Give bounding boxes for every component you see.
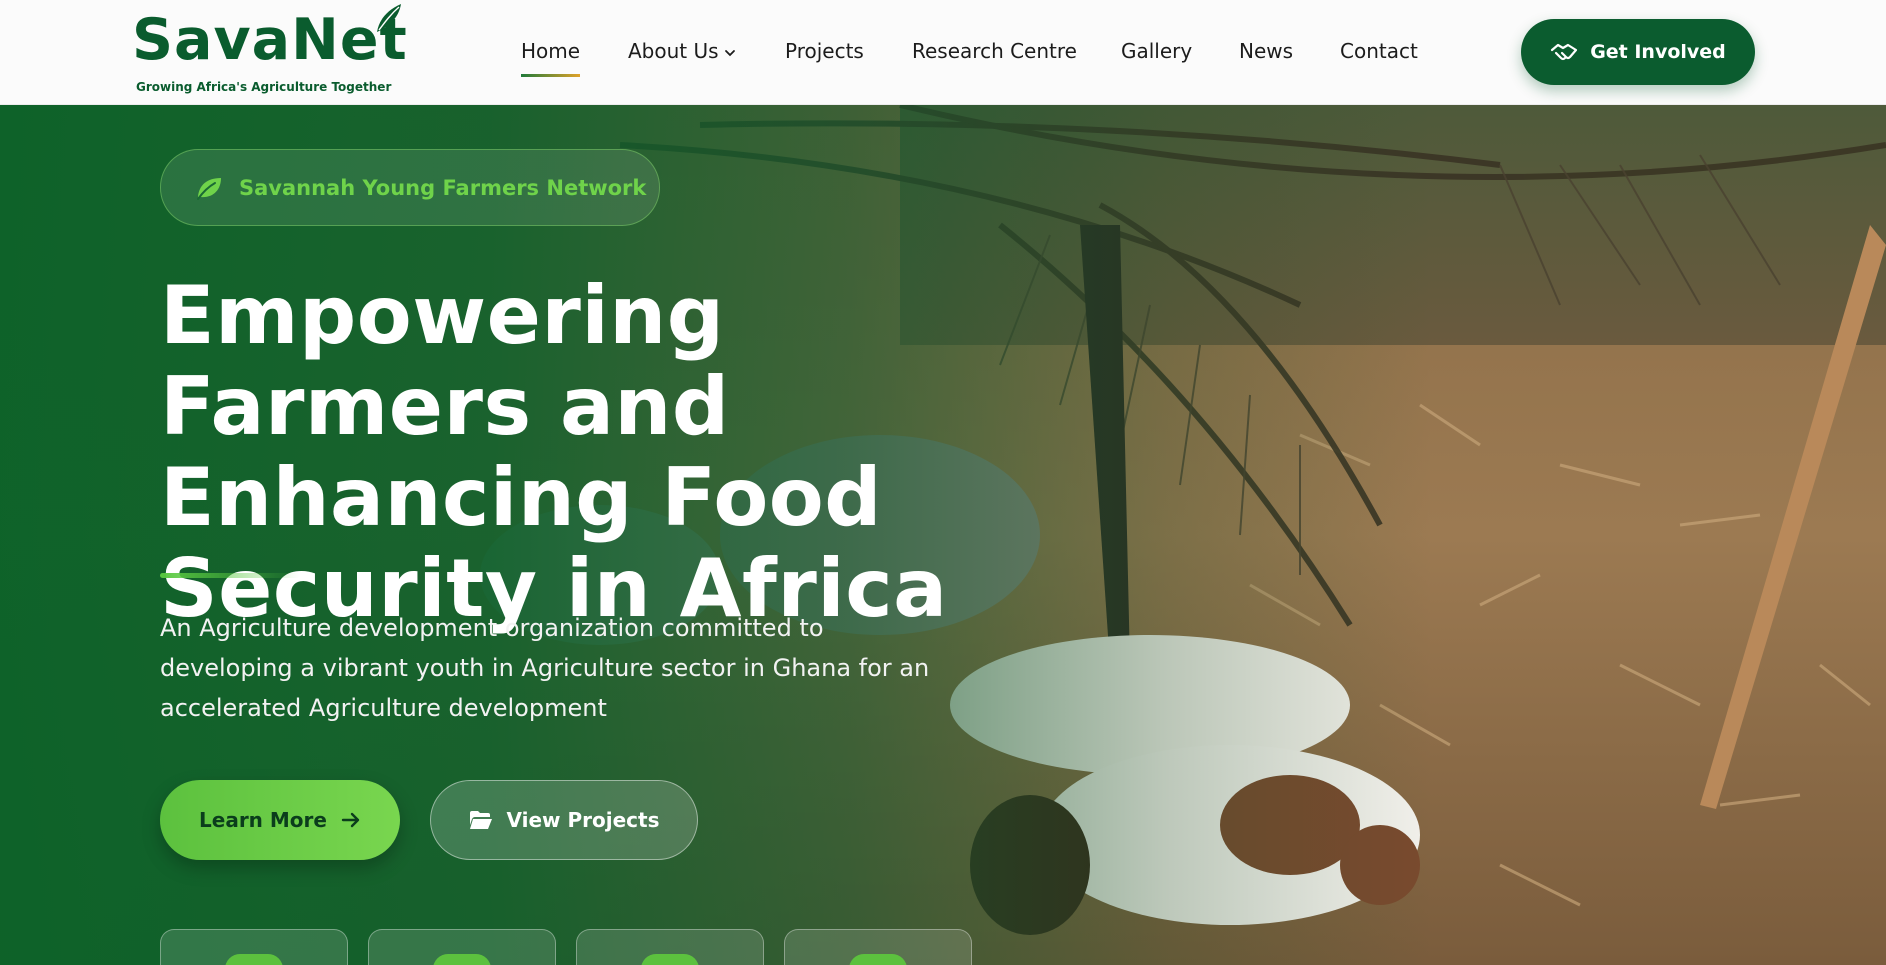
nav-projects[interactable]: Projects	[785, 37, 864, 65]
stat-icon-badge	[849, 954, 907, 965]
arrow-right-icon	[341, 812, 360, 828]
logo[interactable]: SavaNet Growing Africa's Agriculture Tog…	[132, 4, 408, 98]
nav-gallery[interactable]: Gallery	[1121, 37, 1192, 65]
handshake-icon	[1551, 43, 1578, 61]
nav-news[interactable]: News	[1239, 37, 1293, 65]
get-involved-button[interactable]: Get Involved	[1521, 19, 1755, 85]
view-projects-label: View Projects	[506, 808, 660, 832]
learn-more-button[interactable]: Learn More	[160, 780, 400, 860]
stat-card	[368, 929, 556, 965]
view-projects-button[interactable]: View Projects	[430, 780, 698, 860]
site-header: SavaNet Growing Africa's Agriculture Tog…	[0, 0, 1886, 105]
sprout-icon	[377, 4, 401, 32]
stat-icon-badge	[433, 954, 491, 965]
logo-wordmark: SavaNet	[132, 7, 408, 73]
stat-icon-badge	[641, 954, 699, 965]
stat-card	[576, 929, 764, 965]
nav-home[interactable]: Home	[521, 37, 581, 77]
stat-card	[784, 929, 972, 965]
hero-badge: Savannah Young Farmers Network	[160, 149, 660, 226]
title-accent-line	[160, 573, 300, 578]
learn-more-label: Learn More	[199, 808, 327, 832]
stat-card	[160, 929, 348, 965]
nav-research-centre[interactable]: Research Centre	[912, 37, 1077, 65]
hero-section: Savannah Young Farmers Network Empowerin…	[0, 105, 1886, 965]
nav-contact[interactable]: Contact	[1340, 37, 1418, 65]
get-involved-label: Get Involved	[1590, 41, 1726, 63]
folder-open-icon	[469, 811, 492, 829]
hero-title: Empowering Farmers and Enhancing Food Se…	[160, 269, 948, 635]
logo-tagline: Growing Africa's Agriculture Together	[136, 80, 392, 94]
chevron-down-icon	[724, 49, 735, 56]
hero-description: An Agriculture development organization …	[160, 614, 930, 722]
hero-badge-label: Savannah Young Farmers Network	[239, 175, 647, 200]
leaf-icon	[197, 177, 221, 200]
nav-about-us-label: About Us	[628, 39, 719, 63]
nav-about-us[interactable]: About Us	[628, 37, 737, 65]
stat-icon-badge	[225, 954, 283, 965]
